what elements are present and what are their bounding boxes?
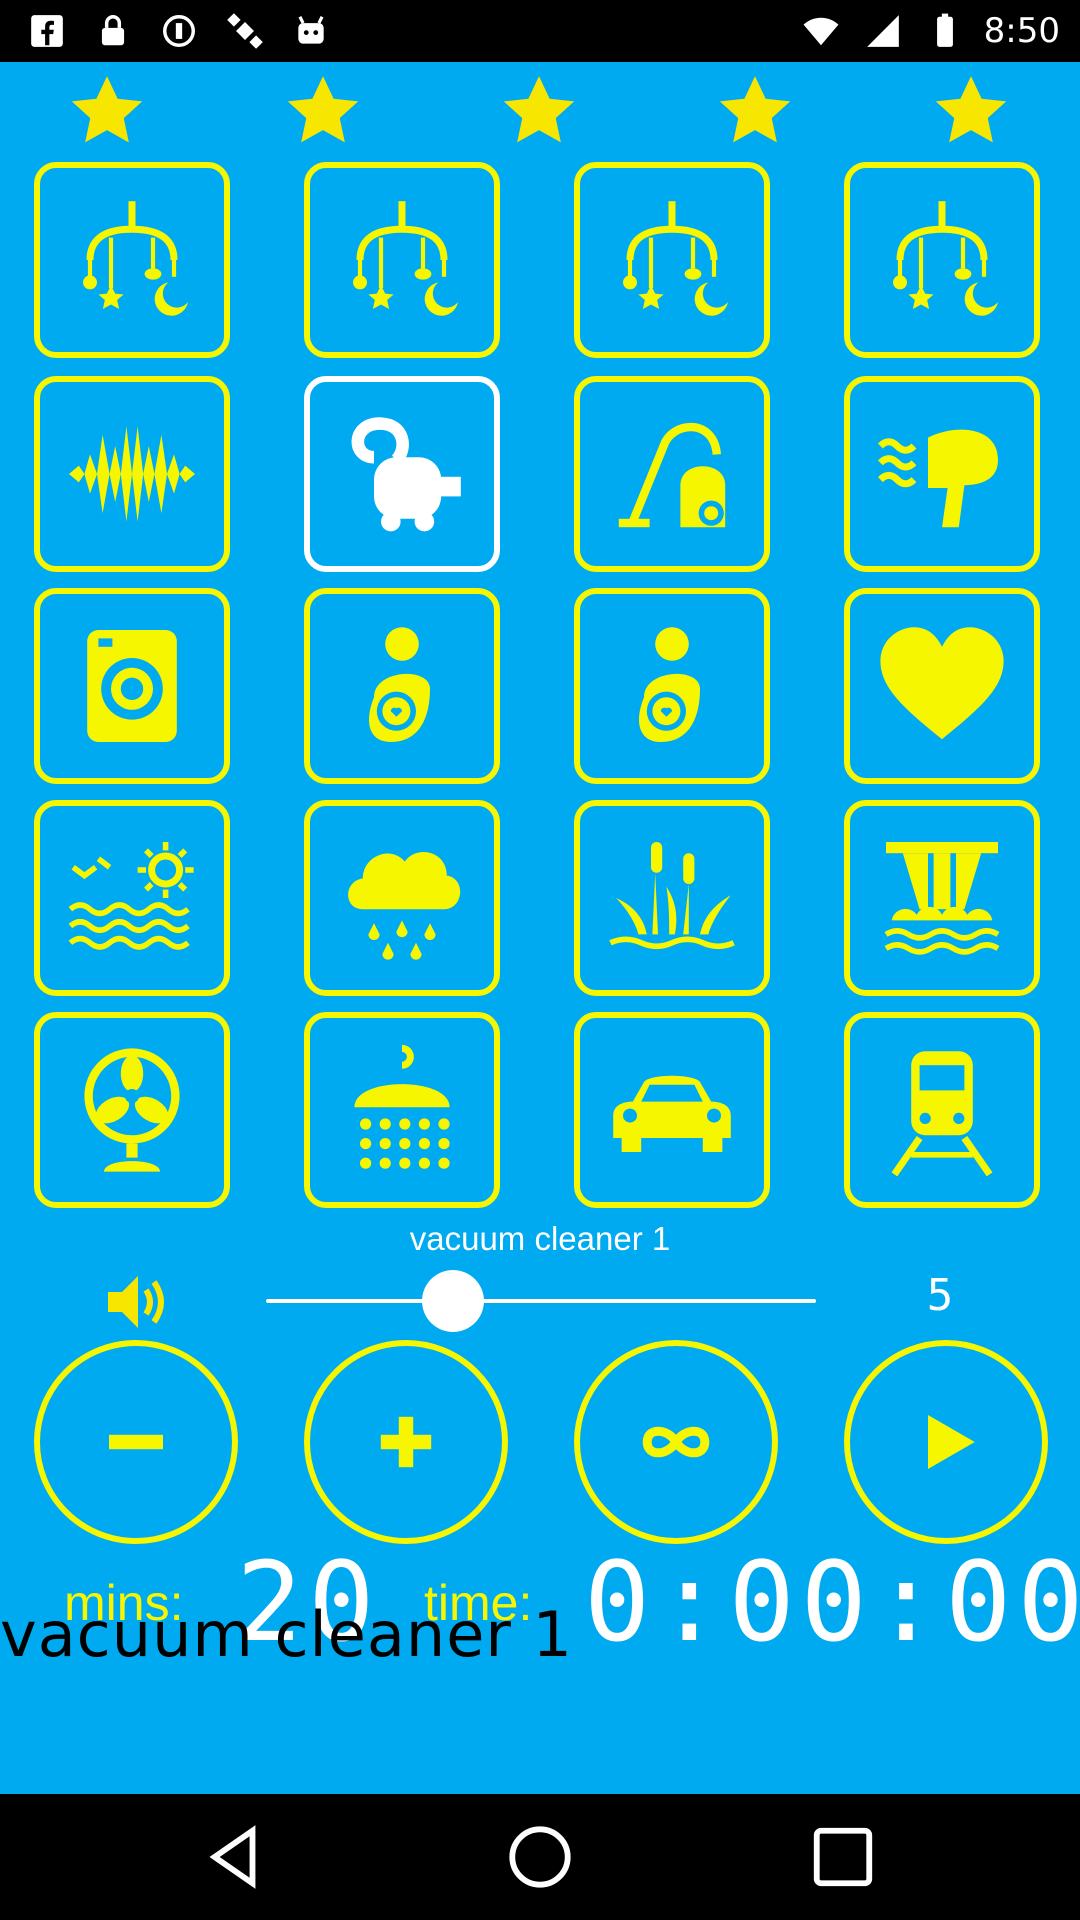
hair-dryer-icon — [877, 429, 998, 528]
wifi-icon — [798, 8, 844, 54]
navigation-bar — [0, 1794, 1080, 1920]
sound-tile-mobile-4[interactable] — [844, 162, 1040, 358]
mother-baby-icon — [638, 627, 700, 742]
car-icon — [613, 1075, 731, 1152]
vacuum-cleaner-icon — [351, 417, 461, 532]
shower-icon — [354, 1044, 450, 1169]
sound-wave-icon — [69, 426, 195, 522]
rain-cloud-icon — [348, 851, 461, 960]
reeds-icon — [609, 842, 735, 950]
play-button[interactable] — [844, 1340, 1048, 1544]
sound-tile-mobile-1[interactable] — [34, 162, 230, 358]
baby-mobile-icon — [893, 201, 998, 316]
sound-tile-mother-baby-2[interactable] — [574, 588, 770, 784]
sound-tile-heartbeat[interactable] — [844, 588, 1040, 784]
sound-tile-shower[interactable] — [304, 1012, 500, 1208]
sound-tile-sea-sun[interactable] — [34, 800, 230, 996]
volume-slider-track[interactable] — [266, 1299, 816, 1303]
home-icon[interactable] — [505, 1822, 575, 1892]
volume-value: 5 — [926, 1270, 954, 1321]
baby-mobile-icon — [623, 201, 728, 316]
sound-tile-train[interactable] — [844, 1012, 1040, 1208]
signal-icon — [860, 8, 906, 54]
sound-tile-car[interactable] — [574, 1012, 770, 1208]
facebook-icon — [24, 8, 70, 54]
rating-star-4[interactable] — [714, 70, 796, 152]
sync-icon — [156, 8, 202, 54]
status-bar: 8:50 — [0, 0, 1080, 62]
sound-tile-washing-machine[interactable] — [34, 588, 230, 784]
sound-tile-fan[interactable] — [34, 1012, 230, 1208]
decrease-timer-button[interactable] — [34, 1340, 238, 1544]
play-icon — [928, 1415, 975, 1469]
sound-tile-mobile-3[interactable] — [574, 162, 770, 358]
minus-icon — [109, 1434, 163, 1450]
time-value: 0:00:00 — [584, 1538, 1080, 1666]
sound-tile-white-noise[interactable] — [34, 376, 230, 572]
back-icon[interactable] — [200, 1822, 270, 1892]
fan-icon — [84, 1048, 180, 1172]
mother-baby-icon — [368, 627, 430, 742]
train-icon — [891, 1051, 993, 1177]
android-icon — [288, 8, 334, 54]
increase-timer-button[interactable] — [304, 1340, 508, 1544]
overlay-caption: vacuum cleaner 1 — [0, 1598, 574, 1671]
status-clock: 8:50 — [983, 11, 1060, 51]
lock-icon — [90, 8, 136, 54]
status-right: 8:50 — [798, 0, 1060, 62]
heart-icon — [880, 627, 1004, 740]
rating-star-1[interactable] — [66, 70, 148, 152]
rating-star-5[interactable] — [930, 70, 1012, 152]
baby-mobile-icon — [83, 201, 188, 316]
infinite-loop-button[interactable] — [574, 1340, 778, 1544]
rating-star-3[interactable] — [498, 70, 580, 152]
canister-vacuum-icon — [618, 422, 726, 528]
volume-slider-thumb[interactable] — [422, 1270, 484, 1332]
washing-machine-icon — [87, 630, 177, 742]
sound-tile-vacuum-cleaner-2[interactable] — [574, 376, 770, 572]
sound-tile-mobile-2[interactable] — [304, 162, 500, 358]
status-icons — [24, 8, 334, 54]
sound-tile-rain[interactable] — [304, 800, 500, 996]
plus-icon — [380, 1416, 432, 1468]
infinity-icon — [642, 1426, 710, 1458]
waterfall-icon — [884, 842, 1000, 955]
satellite-icon — [222, 8, 268, 54]
recents-icon[interactable] — [808, 1822, 878, 1892]
sound-tile-mother-baby-1[interactable] — [304, 588, 500, 784]
battery-icon — [922, 8, 968, 54]
sound-tile-swamp[interactable] — [574, 800, 770, 996]
sea-sun-icon — [68, 842, 194, 950]
sound-tile-vacuum-cleaner-1[interactable] — [304, 376, 500, 572]
rating-star-2[interactable] — [282, 70, 364, 152]
baby-mobile-icon — [353, 201, 458, 316]
sound-tile-waterfall[interactable] — [844, 800, 1040, 996]
volume-icon — [104, 1270, 176, 1334]
current-sound-title: vacuum cleaner 1 — [409, 1220, 671, 1257]
sound-tile-hair-dryer[interactable] — [844, 376, 1040, 572]
